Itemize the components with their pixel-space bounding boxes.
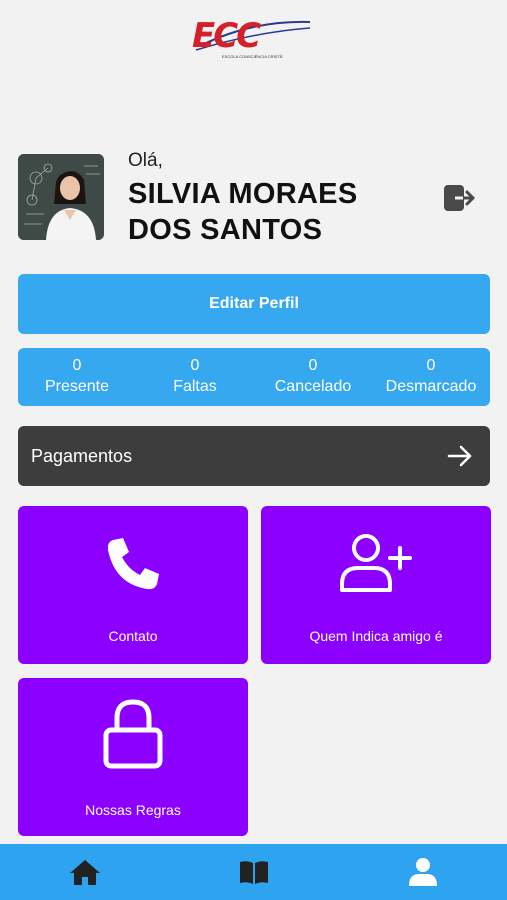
user-name: SILVIA MORAES DOS SANTOS (128, 178, 358, 246)
stat-cancelado: 0 Cancelado (254, 348, 372, 406)
phone-icon (107, 538, 159, 590)
avatar (18, 154, 104, 240)
home-icon (69, 860, 100, 885)
bottom-navigation (0, 844, 507, 900)
add-user-icon (340, 534, 412, 592)
nav-home[interactable] (0, 844, 169, 900)
logo-text: ECC (192, 16, 261, 56)
contact-tile[interactable]: Contato (18, 506, 248, 664)
stat-label: Cancelado (274, 378, 352, 395)
stat-label: Desmarcado (385, 378, 477, 395)
tile-label: Quem Indica amigo é (309, 628, 443, 644)
arrow-right-icon (447, 445, 472, 467)
tile-label: Contato (108, 628, 158, 644)
lock-icon (103, 699, 163, 769)
stat-faltas: 0 Faltas (136, 348, 254, 406)
payments-button[interactable]: Pagamentos (18, 426, 490, 486)
stat-value: 0 (308, 357, 318, 374)
stat-label: Presente (44, 378, 110, 395)
ecc-logo: ECC ESCOLA CONSCIÊNCIA CRISTÃ (192, 16, 314, 60)
logout-icon[interactable] (441, 182, 477, 214)
attendance-stats: 0 Presente 0 Faltas 0 Cancelado 0 Desmar… (18, 348, 490, 406)
nav-book[interactable] (169, 844, 338, 900)
book-icon (239, 861, 268, 884)
stat-value: 0 (190, 357, 200, 374)
top-bar: ECC ESCOLA CONSCIÊNCIA CRISTÃ (0, 0, 507, 118)
stat-value: 0 (426, 357, 436, 374)
stat-desmarcado: 0 Desmarcado (372, 348, 490, 406)
greeting-text: Olá, (128, 150, 163, 171)
stat-label: Faltas (173, 378, 217, 395)
payments-label: Pagamentos (31, 445, 133, 466)
user-icon (408, 858, 437, 886)
rules-tile[interactable]: Nossas Regras (18, 678, 248, 836)
stat-presente: 0 Presente (18, 348, 136, 406)
stat-value: 0 (72, 357, 82, 374)
logo-subtext: ESCOLA CONSCIÊNCIA CRISTÃ (222, 54, 283, 59)
refer-friend-tile[interactable]: Quem Indica amigo é (261, 506, 491, 664)
nav-profile[interactable] (338, 844, 507, 900)
tile-label: Nossas Regras (85, 802, 181, 818)
edit-profile-button[interactable]: Editar Perfil (18, 274, 490, 334)
